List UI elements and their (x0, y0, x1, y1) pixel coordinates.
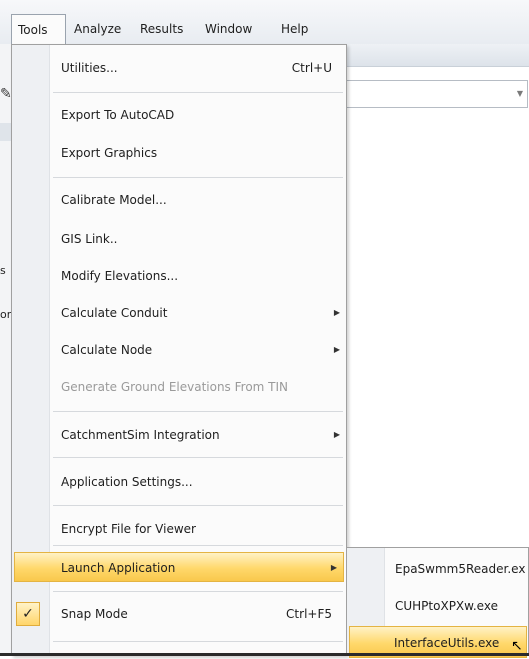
submenu-item-epaswmm5reader[interactable]: EpaSwmm5Reader.ex (347, 553, 528, 585)
menu-help[interactable]: Help (281, 14, 308, 44)
menu-item-generate-ground-elevations: Generate Ground Elevations From TIN (12, 372, 346, 402)
menu-item-label: GIS Link.. (61, 232, 118, 246)
pen-icon[interactable]: ✎ (0, 86, 12, 102)
menu-item-label: Calculate Node (61, 343, 153, 357)
checkmark-icon: ✓ (16, 602, 40, 626)
menu-item-label: Calculate Conduit (61, 306, 168, 320)
tools-menu: Utilities... Ctrl+U Export To AutoCAD Ex… (11, 44, 347, 656)
menu-separator (53, 457, 343, 458)
menu-item-application-settings[interactable]: Application Settings... (12, 467, 346, 497)
submenu-item-cuhptoxpxw[interactable]: CUHPtoXPXw.exe (347, 590, 528, 622)
chevron-down-icon: ▼ (516, 89, 523, 98)
menu-item-export-autocad[interactable]: Export To AutoCAD (12, 100, 346, 130)
menu-item-catchmentsim-integration[interactable]: CatchmentSim Integration ▶ (12, 420, 346, 450)
menu-item-label: Launch Application (61, 561, 176, 575)
menu-item-utilities[interactable]: Utilities... Ctrl+U (12, 53, 346, 83)
menu-tools-label: Tools (18, 23, 48, 37)
menu-item-label: Snap Mode (61, 607, 128, 621)
menu-item-export-graphics[interactable]: Export Graphics (12, 138, 346, 168)
menu-separator (53, 177, 343, 178)
menu-analyze[interactable]: Analyze (74, 14, 121, 44)
menu-item-snap-mode[interactable]: ✓ Snap Mode Ctrl+F5 (12, 599, 346, 629)
menu-separator (53, 591, 343, 592)
menu-item-shortcut: Ctrl+U (291, 61, 332, 75)
menu-separator (53, 92, 343, 93)
menu-item-label: Application Settings... (61, 475, 193, 489)
left-panel-text-1: s (0, 264, 6, 277)
menu-item-modify-elevations[interactable]: Modify Elevations... (12, 261, 346, 291)
menu-item-label: Encrypt File for Viewer (61, 522, 196, 536)
menu-item-calculate-node[interactable]: Calculate Node ▶ (12, 335, 346, 365)
menu-item-gis-link[interactable]: GIS Link.. (12, 224, 346, 254)
toolbar-strip (346, 44, 529, 67)
menu-item-label: Export To AutoCAD (61, 108, 175, 122)
menu-item-label: CatchmentSim Integration (61, 428, 220, 442)
menu-item-label: Modify Elevations... (61, 269, 179, 283)
menu-item-calculate-conduit[interactable]: Calculate Conduit ▶ (12, 298, 346, 328)
submenu-arrow-icon: ▶ (330, 563, 337, 572)
menu-item-calibrate-model[interactable]: Calibrate Model... (12, 185, 346, 215)
menu-separator (53, 411, 343, 412)
menu-tools[interactable]: Tools (11, 14, 66, 44)
toolbar-combo[interactable]: ▼ (346, 80, 528, 108)
submenu-item-label: EpaSwmm5Reader.ex (395, 562, 526, 576)
menu-item-label: Calibrate Model... (61, 193, 167, 207)
menu-results-label: Results (140, 22, 184, 36)
mouse-cursor-icon: ↖ (511, 638, 523, 654)
menu-item-label: Export Graphics (61, 146, 158, 160)
menu-item-launch-application[interactable]: Launch Application ▶ (14, 552, 344, 582)
menu-item-label: Generate Ground Elevations From TIN (61, 380, 289, 394)
menu-separator (53, 505, 343, 506)
menu-separator (53, 641, 343, 642)
menu-item-shortcut: Ctrl+F5 (286, 607, 332, 621)
menu-help-label: Help (281, 22, 309, 36)
launch-application-submenu: EpaSwmm5Reader.ex CUHPtoXPXw.exe Interfa… (346, 547, 529, 658)
menu-item-label: Utilities... (61, 61, 118, 75)
menu-analyze-label: Analyze (74, 22, 122, 36)
menu-window[interactable]: Window (205, 14, 252, 44)
submenu-arrow-icon: ▶ (333, 308, 340, 317)
submenu-arrow-icon: ▶ (333, 430, 340, 439)
menu-results[interactable]: Results (140, 14, 183, 44)
menu-window-label: Window (205, 22, 253, 36)
menu-separator (53, 545, 343, 546)
submenu-item-label: CUHPtoXPXw.exe (395, 599, 498, 613)
menu-item-encrypt-file[interactable]: Encrypt File for Viewer (12, 514, 346, 544)
submenu-arrow-icon: ▶ (333, 345, 340, 354)
menu-bar: Tools Analyze Results Window Help (0, 0, 529, 44)
